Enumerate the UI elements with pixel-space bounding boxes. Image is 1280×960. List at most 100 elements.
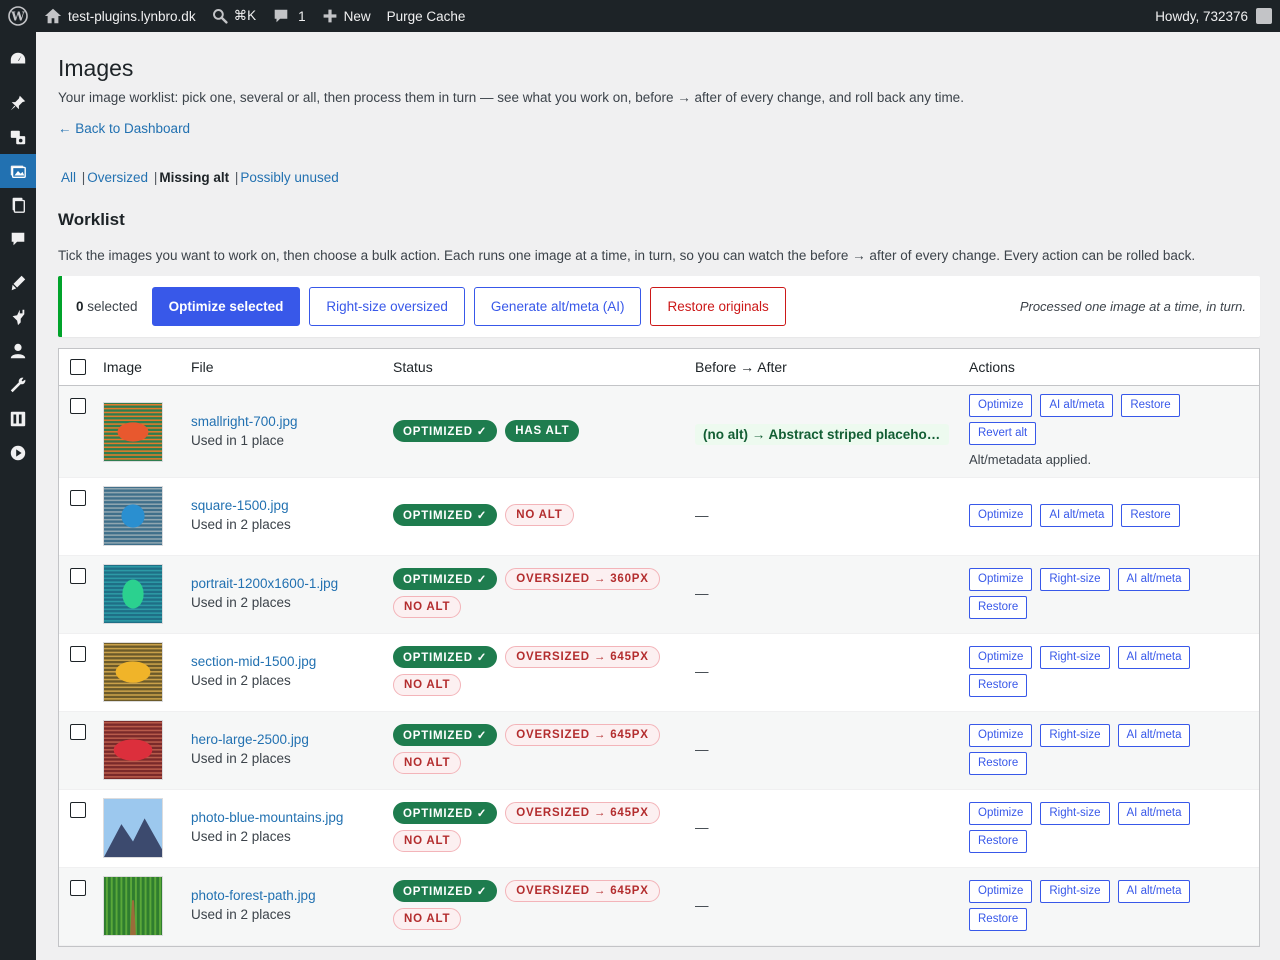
worklist-description: Tick the images you want to work on, the… — [58, 247, 1196, 263]
pages-icon[interactable] — [0, 188, 36, 222]
file-link[interactable]: square-1500.jpg — [191, 498, 393, 513]
users-icon[interactable] — [0, 334, 36, 368]
status-badge: OPTIMIZED ✓ — [393, 503, 498, 526]
row-action-ai-alt-meta-button[interactable]: AI alt/meta — [1117, 567, 1191, 591]
header-file: File — [191, 358, 214, 375]
wordpress-logo-icon[interactable]: W — [0, 0, 36, 32]
table-row: section-mid-1500.jpg Used in 2 places OP… — [59, 634, 1259, 712]
header-status: Status — [393, 358, 433, 375]
row-action-restore-button[interactable]: Restore — [969, 595, 1028, 619]
purge-cache-link[interactable]: Purge Cache — [379, 0, 474, 32]
before-after-empty: — — [695, 741, 709, 757]
row-action-right-size-button[interactable]: Right-size — [1040, 723, 1110, 747]
row-action-right-size-button[interactable]: Right-size — [1040, 645, 1110, 669]
row-action-optimize-button[interactable]: Optimize — [969, 801, 1033, 825]
row-action-restore-button[interactable]: Restore — [969, 673, 1028, 697]
row-checkbox[interactable] — [70, 645, 86, 662]
status-badge: OVERSIZED → 645PX — [505, 879, 660, 902]
filter-oversized[interactable]: Oversized — [87, 170, 148, 185]
row-action-optimize-button[interactable]: Optimize — [969, 645, 1033, 669]
row-action-right-size-button[interactable]: Right-size — [1040, 801, 1110, 825]
file-link[interactable]: smallright-700.jpg — [191, 414, 393, 429]
filter-all[interactable]: All — [61, 170, 76, 185]
status-badge: OPTIMIZED ✓ — [393, 645, 498, 668]
right-size-oversized-button[interactable]: Right-size oversized — [309, 286, 465, 326]
row-action-ai-alt-meta-button[interactable]: AI alt/meta — [1040, 393, 1114, 417]
row-action-ai-alt-meta-button[interactable]: AI alt/meta — [1117, 879, 1191, 903]
site-name: test-plugins.lynbro.dk — [68, 8, 196, 24]
table-row: hero-large-2500.jpg Used in 2 places OPT… — [59, 711, 1259, 790]
status-badge: NO ALT — [393, 751, 462, 774]
action-note: Alt/metadata applied. — [969, 451, 1092, 467]
status-badge: NO ALT — [393, 907, 462, 930]
worklist-table: Image File Status Before → After Actions… — [58, 347, 1260, 947]
comments-icon[interactable] — [0, 222, 36, 256]
appearance-icon[interactable] — [0, 266, 36, 300]
site-name-link[interactable]: test-plugins.lynbro.dk — [36, 0, 204, 32]
status-badge: NO ALT — [393, 673, 462, 696]
row-checkbox[interactable] — [70, 397, 86, 414]
row-action-ai-alt-meta-button[interactable]: AI alt/meta — [1040, 503, 1114, 527]
play-icon[interactable] — [0, 436, 36, 470]
image-thumbnail — [103, 641, 163, 702]
new-content-link[interactable]: New — [314, 0, 379, 32]
search-icon — [212, 9, 228, 24]
file-link[interactable]: portrait-1200x1600-1.jpg — [191, 576, 393, 591]
filter-missing-alt[interactable]: Missing alt — [159, 170, 229, 185]
tools-icon[interactable] — [0, 368, 36, 402]
row-action-right-size-button[interactable]: Right-size — [1040, 567, 1110, 591]
row-action-optimize-button[interactable]: Optimize — [969, 723, 1033, 747]
dashboard-icon[interactable] — [0, 42, 36, 76]
comments-link[interactable]: 1 — [264, 0, 314, 32]
row-action-optimize-button[interactable]: Optimize — [969, 503, 1033, 527]
howdy-text: Howdy, 732376 — [1155, 8, 1248, 24]
file-link[interactable]: photo-forest-path.jpg — [191, 888, 393, 903]
restore-originals-button[interactable]: Restore originals — [650, 286, 786, 326]
media-icon[interactable] — [0, 120, 36, 154]
usage-count: Used in 2 places — [191, 672, 291, 688]
row-action-ai-alt-meta-button[interactable]: AI alt/meta — [1117, 801, 1191, 825]
settings-icon[interactable] — [0, 402, 36, 436]
before-after-empty: — — [695, 897, 709, 913]
row-action-restore-button[interactable]: Restore — [969, 751, 1028, 775]
plugins-icon[interactable] — [0, 300, 36, 334]
file-link[interactable]: photo-blue-mountains.jpg — [191, 810, 393, 825]
row-action-ai-alt-meta-button[interactable]: AI alt/meta — [1117, 645, 1191, 669]
account-menu[interactable]: Howdy, 732376 — [1147, 0, 1280, 32]
status-badge: OVERSIZED → 645PX — [505, 723, 660, 746]
avatar — [1256, 8, 1272, 24]
usage-count: Used in 2 places — [191, 750, 291, 766]
usage-count: Used in 2 places — [191, 594, 291, 610]
row-action-revert-alt-button[interactable]: Revert alt — [969, 421, 1037, 445]
back-to-dashboard-link[interactable]: ← Back to Dashboard — [58, 121, 190, 136]
pin-icon[interactable] — [0, 86, 36, 120]
row-action-restore-button[interactable]: Restore — [969, 829, 1028, 853]
generate-alt-meta-button[interactable]: Generate alt/meta (AI) — [473, 286, 642, 326]
usage-count: Used in 2 places — [191, 828, 291, 844]
row-checkbox[interactable] — [70, 801, 86, 818]
row-action-restore-button[interactable]: Restore — [1121, 503, 1180, 527]
optimize-selected-button[interactable]: Optimize selected — [151, 286, 301, 326]
filter-possibly-unused[interactable]: Possibly unused — [240, 170, 338, 185]
row-action-optimize-button[interactable]: Optimize — [969, 879, 1033, 903]
command-search-link[interactable]: ⌘K — [204, 0, 265, 32]
status-badge: OPTIMIZED ✓ — [393, 723, 498, 746]
table-row: photo-forest-path.jpg Used in 2 places O… — [59, 867, 1259, 946]
row-action-restore-button[interactable]: Restore — [1121, 393, 1180, 417]
select-all-checkbox[interactable] — [70, 358, 86, 375]
status-badge: OPTIMIZED ✓ — [393, 567, 498, 590]
file-link[interactable]: hero-large-2500.jpg — [191, 732, 393, 747]
row-checkbox[interactable] — [70, 567, 86, 584]
file-link[interactable]: section-mid-1500.jpg — [191, 654, 393, 669]
images-icon[interactable] — [0, 154, 36, 188]
row-checkbox[interactable] — [70, 723, 86, 740]
row-checkbox[interactable] — [70, 879, 86, 896]
before-after-change: (no alt) → Abstract striped placehol... — [695, 423, 949, 445]
row-action-restore-button[interactable]: Restore — [969, 907, 1028, 931]
row-action-optimize-button[interactable]: Optimize — [969, 567, 1033, 591]
plus-icon — [323, 9, 337, 23]
row-checkbox[interactable] — [70, 489, 86, 506]
row-action-optimize-button[interactable]: Optimize — [969, 393, 1033, 417]
row-action-right-size-button[interactable]: Right-size — [1040, 879, 1110, 903]
row-action-ai-alt-meta-button[interactable]: AI alt/meta — [1117, 723, 1191, 747]
